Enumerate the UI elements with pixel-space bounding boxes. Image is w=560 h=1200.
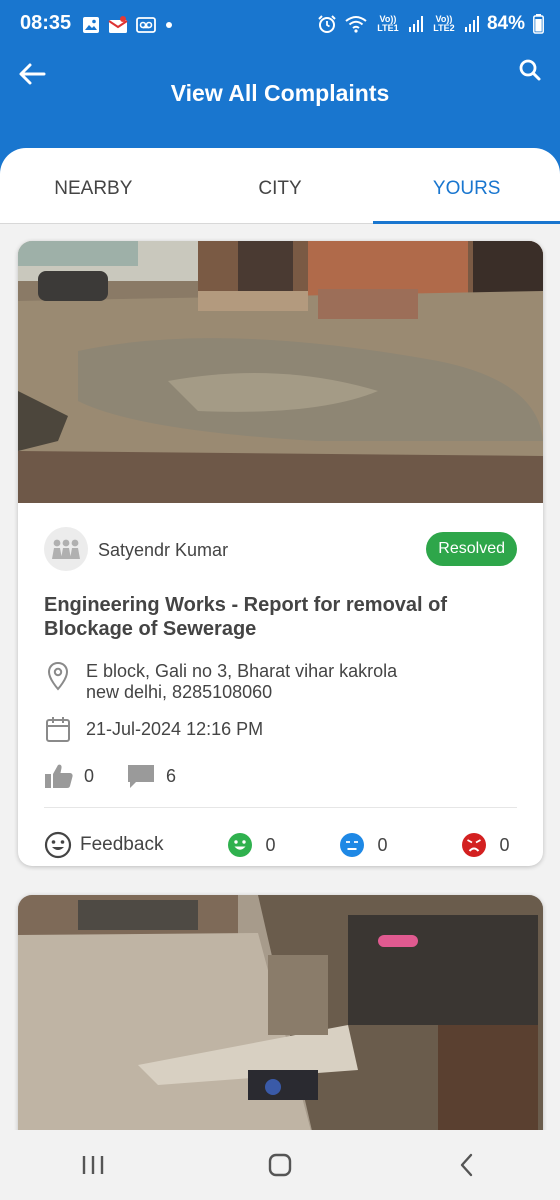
status-time: 08:35 — [20, 12, 72, 34]
signal-icon — [464, 16, 479, 32]
angry-count: 0 — [499, 834, 510, 855]
complaint-user-row: Satyendr Kumar Resolved — [44, 503, 517, 593]
battery-percent: 84% — [486, 13, 525, 34]
search-icon — [519, 59, 541, 81]
people-icon — [52, 539, 80, 559]
complaint-date-row: 21-Jul-2024 12:16 PM — [44, 715, 517, 743]
sim2-label: Vo)) LTE2 — [433, 14, 455, 33]
feedback-angry[interactable]: 0 — [461, 832, 510, 858]
home-button[interactable] — [250, 1140, 310, 1190]
system-indicators: Vo)) LTE1 Vo)) LTE2 84% — [317, 12, 544, 36]
happy-count: 0 — [265, 834, 276, 855]
complaint-location: E block, Gali no 3, Bharat vihar kakrola… — [44, 661, 517, 703]
recent-apps-button[interactable] — [63, 1140, 123, 1190]
comment-count: 6 — [166, 765, 177, 786]
system-navbar — [0, 1130, 560, 1200]
home-icon — [268, 1153, 292, 1177]
back-icon — [460, 1153, 472, 1177]
comment-icon — [128, 765, 155, 788]
address-line-2: new delhi, 8285108060 — [86, 682, 273, 702]
address-line-1: E block, Gali no 3, Bharat vihar kakrola — [86, 661, 398, 681]
notification-icons — [82, 14, 174, 36]
feedback-button[interactable]: Feedback — [44, 831, 163, 859]
feedback-label: Feedback — [80, 834, 164, 855]
complaint-card[interactable] — [18, 895, 543, 1155]
like-button[interactable]: 0 — [44, 763, 94, 789]
neutral-face-icon — [340, 833, 365, 857]
mail-icon — [108, 16, 128, 33]
location-pin-icon — [47, 661, 69, 691]
image-icon — [83, 17, 99, 33]
complaint-stats: 0 6 — [44, 759, 517, 793]
sim1-label: Vo)) LTE1 — [377, 14, 399, 33]
complaint-title[interactable]: Engineering Works - Report for removal o… — [44, 593, 517, 641]
smiley-outline-icon — [44, 831, 72, 859]
signal-icon — [408, 16, 423, 32]
tab-yours[interactable]: YOURS — [373, 148, 560, 224]
alarm-icon — [318, 15, 336, 33]
tab-nearby[interactable]: NEARBY — [0, 148, 187, 223]
voicemail-icon — [136, 17, 156, 33]
dot-icon — [166, 22, 172, 28]
feedback-row: Feedback 0 0 0 — [44, 808, 517, 866]
thumbs-up-icon — [45, 764, 73, 788]
calendar-icon — [46, 717, 70, 742]
feedback-happy[interactable]: 0 — [227, 832, 275, 858]
neutral-count: 0 — [377, 834, 388, 855]
back-nav-button[interactable] — [437, 1140, 497, 1190]
recent-apps-icon — [83, 1156, 104, 1174]
complaint-tabs: NEARBY CITY YOURS — [0, 148, 560, 224]
tab-city[interactable]: CITY — [187, 148, 374, 223]
page-title: View All Complaints — [170, 80, 390, 106]
status-badge: Resolved — [426, 532, 517, 566]
happy-face-icon — [228, 833, 253, 857]
status-bar: 08:35 Vo)) LTE1 Vo)) LTE2 84% — [0, 0, 560, 50]
search-button[interactable] — [512, 52, 548, 88]
angry-face-icon — [462, 833, 487, 857]
complaint-date: 21-Jul-2024 12:16 PM — [86, 718, 264, 739]
feedback-neutral[interactable]: 0 — [339, 832, 387, 858]
like-count: 0 — [84, 765, 95, 786]
battery-icon — [533, 14, 544, 34]
complaint-card[interactable]: Satyendr Kumar Resolved Engineering Work… — [18, 241, 543, 866]
wifi-icon — [345, 16, 367, 33]
avatar — [44, 527, 88, 571]
complaint-photo[interactable] — [18, 895, 543, 1155]
complaint-photo[interactable] — [18, 241, 543, 503]
comment-button[interactable]: 6 — [126, 763, 176, 789]
complaint-user-name: Satyendr Kumar — [98, 540, 229, 560]
